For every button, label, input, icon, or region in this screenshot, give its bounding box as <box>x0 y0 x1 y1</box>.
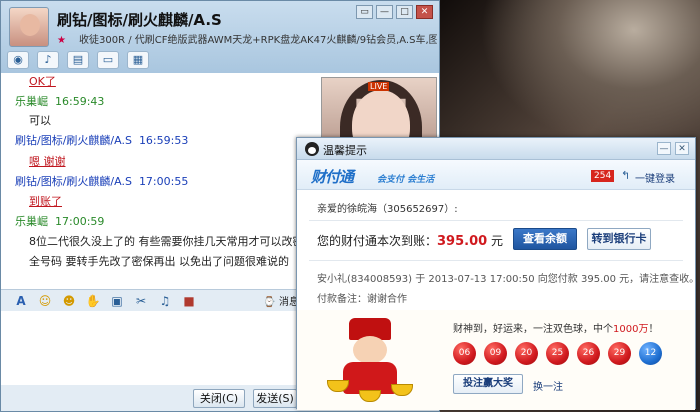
red-ball: 20 <box>515 342 538 365</box>
lottery-prize: 1000万 <box>613 324 649 335</box>
lottery-promo: 财神到，好运来，一注双色球，中个1000万！ 06 09 20 25 26 29… <box>297 310 695 410</box>
close-button[interactable]: ✕ <box>416 5 433 19</box>
video-icon[interactable]: ◉ <box>7 51 29 69</box>
tenpay-logo: 财付通 <box>311 168 354 186</box>
payment-memo: 付款备注：谢谢合作 <box>317 294 407 305</box>
message-text: OK了 <box>29 75 56 88</box>
sender-name[interactable]: 乐巢崛 <box>15 95 48 108</box>
live-badge: LIVE <box>368 82 390 91</box>
popup-minimize-button[interactable]: — <box>657 142 671 155</box>
voice-icon[interactable]: ♪ <box>37 51 59 69</box>
chat-header: 刷钻/图标/刷火麒麟/A.S ★ 收徒300R / 代刷CF绝版武器AWM天龙+R… <box>1 1 439 73</box>
message-text: 到账了 <box>29 195 62 208</box>
screen-icon[interactable]: ▭ <box>97 51 119 69</box>
tenpay-header: 财付通 会支付 会生活 254 ↰ 一键登录 <box>297 160 695 190</box>
one-click-login-link[interactable]: 一键登录 <box>635 170 675 185</box>
red-ball: 25 <box>546 342 569 365</box>
red-ball: 29 <box>608 342 631 365</box>
message-text: 全号码 要转手先改了密保再出 以免出了问题很难说的 <box>29 255 289 268</box>
image-icon[interactable]: ▣ <box>109 293 125 309</box>
gold-ingot <box>391 384 413 396</box>
divider <box>309 220 683 221</box>
greeting-text: 亲爱的徐皖海（305652697）: <box>317 204 458 215</box>
file-icon[interactable]: ▤ <box>67 51 89 69</box>
chat-title: 刷钻/图标/刷火麒麟/A.S <box>57 11 222 29</box>
payment-detail: 安小礼(834008593) 于 2013-07-13 17:00:50 向您付… <box>317 274 700 285</box>
popup-close-button[interactable]: ✕ <box>675 142 689 155</box>
blue-ball: 12 <box>639 342 662 365</box>
gold-ingot <box>359 390 381 402</box>
popup-title: 温馨提示 <box>323 144 367 157</box>
login-arrow-icon: ↰ <box>621 169 631 182</box>
music-icon[interactable]: ♫ <box>157 293 173 309</box>
message-text: 可以 <box>29 114 51 127</box>
skin-button[interactable]: ▭ <box>356 5 373 19</box>
fortune-god-image <box>325 318 415 402</box>
maximize-button[interactable]: □ <box>396 5 413 19</box>
message-header: 刷钻/图标/刷火麒麟/A.S 17:00:55 <box>15 173 188 189</box>
message-count-badge[interactable]: 254 <box>591 170 615 182</box>
font-icon[interactable]: A <box>13 293 29 309</box>
shake-icon[interactable]: ✋ <box>85 293 101 309</box>
magic-emoji-icon[interactable]: ☻ <box>61 293 77 309</box>
change-numbers-link[interactable]: 换一注 <box>533 378 563 393</box>
apps-icon[interactable]: ▦ <box>127 51 149 69</box>
arrival-notice: 您的财付通本次到账：395.00 元 <box>317 232 503 249</box>
red-ball: 26 <box>577 342 600 365</box>
sender-name[interactable]: 刷钻/图标/刷火麒麟/A.S <box>15 175 132 188</box>
history-icon: ⌚ <box>263 297 276 308</box>
red-ball: 06 <box>453 342 476 365</box>
tenpay-slogan: 会支付 会生活 <box>377 175 435 185</box>
desktop-light <box>480 0 700 150</box>
lottery-end: ！ <box>648 324 659 335</box>
message-text: 嗯 谢谢 <box>29 155 66 168</box>
message-header: 乐巢崛 17:00:59 <box>15 213 104 229</box>
qq-penguin-icon <box>305 142 319 156</box>
message-time: 17:00:55 <box>138 175 189 188</box>
lottery-text: 财神到，好运来，一注双色球，中个 <box>453 324 613 335</box>
message-time: 17:00:59 <box>55 215 105 228</box>
sender-name[interactable]: 刷钻/图标/刷火麒麟/A.S <box>15 134 132 147</box>
amount-value: 395.00 <box>437 234 488 249</box>
red-ball: 09 <box>484 342 507 365</box>
message-header: 刷钻/图标/刷火麒麟/A.S 16:59:53 <box>15 132 188 148</box>
chat-toolbar: ◉ ♪ ▤ ▭ ▦ <box>7 51 149 69</box>
screenshot-icon[interactable]: ✂ <box>133 293 149 309</box>
message-time: 16:59:53 <box>138 134 189 147</box>
emoji-icon[interactable]: ☺ <box>37 293 53 309</box>
sender-name[interactable]: 乐巢崛 <box>15 215 48 228</box>
gift-icon[interactable]: ■ <box>181 293 197 309</box>
close-chat-button[interactable]: 关闭(C) <box>193 389 245 408</box>
bet-button[interactable]: 投注赢大奖 <box>453 374 523 394</box>
transfer-to-bank-button[interactable]: 转到银行卡 <box>587 228 651 250</box>
lottery-slogan: 财神到，好运来，一注双色球，中个1000万！ <box>453 320 658 335</box>
send-button[interactable]: 发送(S) <box>253 389 297 408</box>
check-balance-button[interactable]: 查看余额 <box>513 228 577 250</box>
divider <box>309 260 683 261</box>
lottery-balls: 06 09 20 25 26 29 12 <box>453 342 662 365</box>
god-face <box>353 336 387 364</box>
notice-text: 您的财付通本次到账： <box>317 234 438 248</box>
popup-titlebar: 温馨提示 — ✕ <box>297 138 695 160</box>
badge-icon: ★ <box>57 35 66 46</box>
window-controls: ▭ — □ ✕ <box>356 5 433 19</box>
message-time: 16:59:43 <box>55 95 105 108</box>
minimize-button[interactable]: — <box>376 5 393 19</box>
message-header: 乐巢崛 16:59:43 <box>15 93 104 109</box>
signature-text: 收徒300R / 代刷CF绝版武器AWM天龙+RPK盘龙AK47火麒麟/9钻会员… <box>79 35 437 46</box>
currency: 元 <box>491 234 504 248</box>
chat-signature: ★ 收徒300R / 代刷CF绝版武器AWM天龙+RPK盘龙AK47火麒麟/9钻会… <box>57 31 437 46</box>
avatar[interactable] <box>9 7 49 47</box>
payment-popup: 温馨提示 — ✕ 财付通 会支付 会生活 254 ↰ 一键登录 亲爱的徐皖海（3… <box>296 137 700 410</box>
